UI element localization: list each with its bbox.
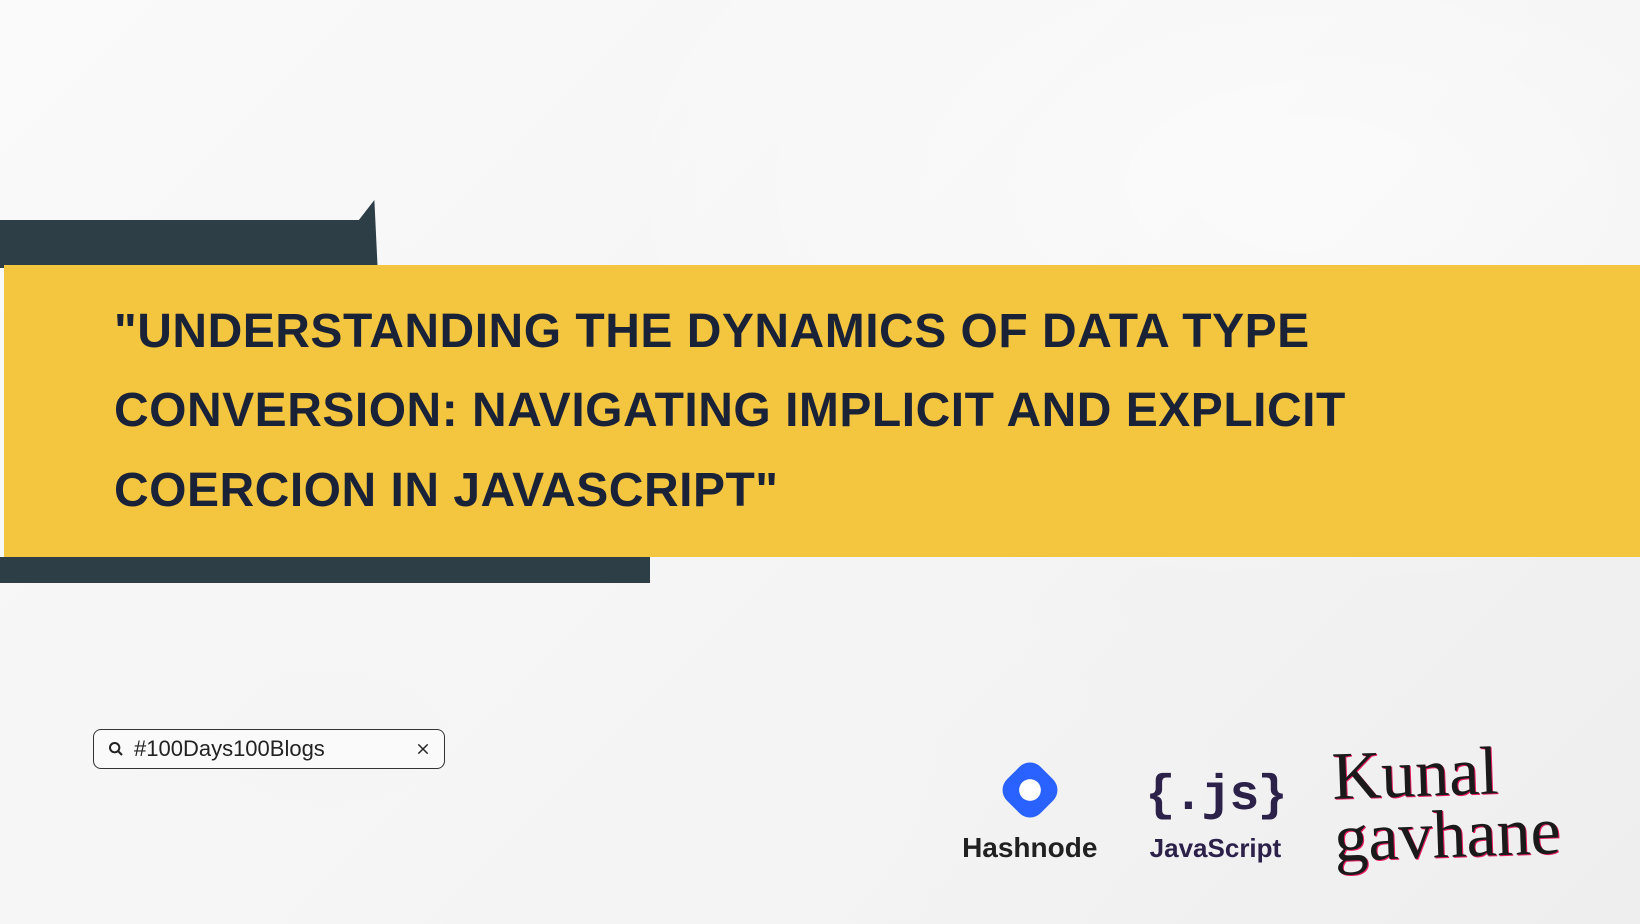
title-banner: "UNDERSTANDING THE DYNAMICS OF DATA TYPE…: [4, 265, 1640, 557]
accent-bar-bottom: [0, 557, 650, 583]
search-icon: [108, 741, 124, 757]
author-signature: Kunal gavhane: [1331, 740, 1562, 867]
javascript-logo: {.js} JavaScript: [1145, 768, 1285, 864]
javascript-label: JavaScript: [1150, 833, 1282, 864]
signature-lastname: gavhane: [1334, 802, 1562, 868]
logos-container: Hashnode {.js} JavaScript Kunal gavhane: [962, 744, 1560, 864]
hashnode-logo: Hashnode: [962, 756, 1097, 864]
page-title: "UNDERSTANDING THE DYNAMICS OF DATA TYPE…: [114, 292, 1530, 530]
search-input[interactable]: #100Days100Blogs: [93, 729, 445, 769]
close-icon[interactable]: [416, 742, 430, 756]
hashnode-icon: [996, 756, 1064, 824]
hashnode-label: Hashnode: [962, 832, 1097, 864]
javascript-icon: {.js}: [1145, 768, 1285, 825]
accent-bar-top: [0, 220, 360, 268]
search-text: #100Days100Blogs: [134, 736, 416, 762]
